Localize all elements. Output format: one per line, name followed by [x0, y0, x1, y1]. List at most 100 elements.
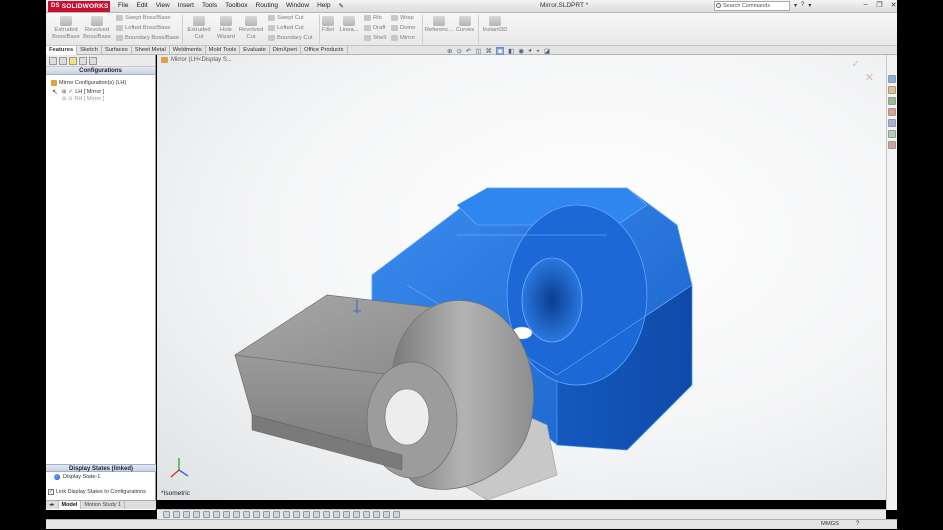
rib-button[interactable]: Rib: [364, 15, 382, 21]
toolbar-icon-17[interactable]: [323, 511, 330, 518]
toolbar-icon-5[interactable]: [203, 511, 210, 518]
config-item-rh[interactable]: ⊞ ⊟ RH [ Mirror ]: [62, 96, 104, 102]
toolbar-icon-3[interactable]: [183, 511, 190, 518]
help-dropdown-icon[interactable]: ▾: [808, 2, 811, 9]
minimize-icon[interactable]: –: [860, 1, 871, 11]
pin-icon[interactable]: ✎: [334, 2, 347, 10]
config-item-lh[interactable]: ⊞ ✓ LH [ Mirror ]: [62, 88, 104, 96]
toolbar-icon-24[interactable]: [393, 511, 400, 518]
mirror-button[interactable]: Mirror: [391, 35, 415, 41]
help-icon[interactable]: ?: [801, 2, 804, 9]
search-commands-input[interactable]: Search Commands: [714, 1, 790, 11]
tab-weldments[interactable]: Weldments: [170, 46, 206, 55]
linear-pattern-button[interactable]: Linea...: [337, 16, 361, 34]
extruded-cut-button[interactable]: Extruded Cut: [185, 16, 213, 41]
appearances-icon[interactable]: [888, 119, 896, 127]
toolbar-icon-23[interactable]: [383, 511, 390, 518]
toolbar-icon-7[interactable]: [223, 511, 230, 518]
custom-properties-icon[interactable]: [888, 130, 896, 138]
hide-show-items-icon[interactable]: ◉: [518, 47, 524, 55]
display-state-item[interactable]: Display State-1: [54, 474, 100, 480]
tab-sheet-metal[interactable]: Sheet Metal: [132, 46, 170, 55]
tab-dimxpert[interactable]: DimXpert: [270, 46, 301, 55]
toolbar-icon-11[interactable]: [263, 511, 270, 518]
lofted-cut-button[interactable]: Lofted Cut: [268, 25, 304, 31]
zoom-to-fit-icon[interactable]: ⊕: [447, 47, 452, 55]
units-indicator[interactable]: MMGS: [821, 521, 839, 527]
instant3d-button[interactable]: Instant3D: [480, 16, 510, 34]
feature-manager-tab-icon[interactable]: [49, 56, 57, 65]
dome-button[interactable]: Dome: [391, 25, 415, 31]
tab-scroll-icon[interactable]: ◂▸: [46, 501, 59, 509]
menu-toolbox[interactable]: Toolbox: [221, 2, 251, 10]
toolbar-icon-12[interactable]: [273, 511, 280, 518]
tab-evaluate[interactable]: Evaluate: [240, 46, 270, 55]
shell-button[interactable]: Shell: [364, 35, 386, 41]
toolbar-icon-8[interactable]: [233, 511, 240, 518]
menu-tools[interactable]: Tools: [198, 2, 221, 10]
dimxpert-manager-tab-icon[interactable]: [79, 56, 87, 65]
lofted-boss-button[interactable]: Lofted Boss/Base: [116, 25, 170, 31]
tab-model[interactable]: Model: [58, 501, 82, 509]
forum-icon[interactable]: [888, 141, 896, 149]
revolved-cut-button[interactable]: Revolved Cut: [237, 16, 265, 41]
toolbar-icon-14[interactable]: [293, 511, 300, 518]
search-dropdown-icon[interactable]: ▾: [794, 2, 797, 9]
menu-view[interactable]: View: [152, 2, 174, 10]
tab-surfaces[interactable]: Surfaces: [102, 46, 132, 55]
view-palette-icon[interactable]: [888, 108, 896, 116]
toolbar-icon-21[interactable]: [363, 511, 370, 518]
restore-icon[interactable]: ❐: [874, 1, 885, 11]
display-style-icon[interactable]: ◧: [508, 47, 514, 55]
draft-button[interactable]: Draft: [364, 25, 386, 31]
toolbar-icon-13[interactable]: [283, 511, 290, 518]
tab-features[interactable]: Features: [46, 46, 78, 55]
toolbar-icon-10[interactable]: [253, 511, 260, 518]
edit-appearance-icon[interactable]: ◕: [528, 47, 532, 55]
zoom-to-area-icon[interactable]: ⊙: [456, 47, 461, 55]
menu-insert[interactable]: Insert: [174, 2, 198, 10]
solidworks-logo[interactable]: DS SOLIDWORKS: [48, 0, 110, 12]
curves-button[interactable]: Curves: [454, 16, 476, 34]
display-manager-tab-icon[interactable]: [89, 56, 97, 65]
property-manager-tab-icon[interactable]: [59, 56, 67, 65]
tab-office-products[interactable]: Office Products: [301, 46, 348, 55]
toolbar-icon-16[interactable]: [313, 511, 320, 518]
file-explorer-icon[interactable]: [888, 97, 896, 105]
reference-geometry-button[interactable]: Referenc...: [424, 16, 454, 34]
toolbar-icon-15[interactable]: [303, 511, 310, 518]
section-view-icon[interactable]: ◫: [475, 47, 481, 55]
revolved-boss-button[interactable]: Revolved Boss/Base: [82, 16, 112, 41]
wrap-button[interactable]: Wrap: [391, 15, 414, 21]
toolbar-icon-22[interactable]: [373, 511, 380, 518]
previous-view-icon[interactable]: ↶: [466, 47, 471, 55]
graphics-area[interactable]: Mirror (LH<Display S... ✓ ✕ *Isometric: [157, 55, 886, 500]
close-icon[interactable]: ✕: [888, 1, 899, 11]
toolbar-icon-1[interactable]: [163, 511, 170, 518]
menu-window[interactable]: Window: [282, 2, 313, 10]
swept-cut-button[interactable]: Swept Cut: [268, 15, 304, 21]
hole-wizard-button[interactable]: Hole Wizard: [213, 16, 239, 41]
tab-sketch[interactable]: Sketch: [77, 46, 102, 55]
tab-motion-study[interactable]: Motion Study 1: [81, 501, 126, 509]
link-display-states-checkbox[interactable]: ✓ Link Display States to Configurations: [48, 489, 146, 495]
original-body[interactable]: [234, 294, 558, 500]
help-icon[interactable]: ?: [856, 521, 859, 527]
view-settings-icon[interactable]: ◪: [544, 47, 550, 55]
extruded-boss-button[interactable]: Extruded Boss/Base: [52, 16, 80, 41]
toolbar-icon-6[interactable]: [213, 511, 220, 518]
toolbar-icon-18[interactable]: [333, 511, 340, 518]
boundary-boss-button[interactable]: Boundary Boss/Base: [116, 35, 179, 41]
menu-routing[interactable]: Routing: [252, 2, 282, 10]
menu-help[interactable]: Help: [313, 2, 334, 10]
swept-boss-button[interactable]: Swept Boss/Base: [116, 15, 170, 21]
apply-scene-icon[interactable]: ◒: [536, 47, 540, 55]
toolbar-icon-19[interactable]: [343, 511, 350, 518]
config-root[interactable]: Mirror Configuration(s) (LH): [51, 80, 126, 86]
dynamic-annotation-icon[interactable]: ⌘: [486, 47, 493, 55]
solidworks-resources-icon[interactable]: [888, 75, 896, 83]
design-library-icon[interactable]: [888, 86, 896, 94]
tab-mold-tools[interactable]: Mold Tools: [206, 46, 241, 55]
menu-file[interactable]: File: [114, 2, 132, 10]
toolbar-icon-20[interactable]: [353, 511, 360, 518]
